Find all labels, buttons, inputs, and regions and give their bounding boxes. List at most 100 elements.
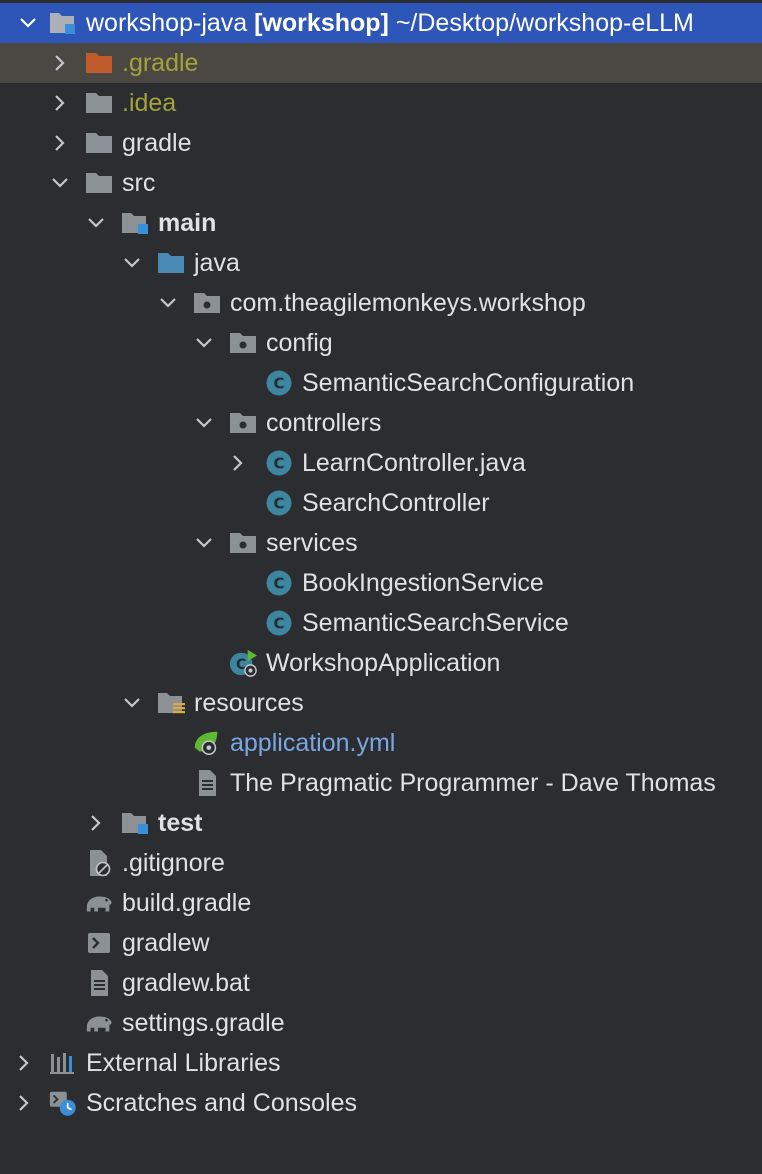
tree-row-root[interactable]: workshop-java [workshop] ~/Desktop/works…: [0, 3, 762, 43]
chevron-down-icon[interactable]: [120, 243, 144, 283]
chevron-right-icon[interactable]: [84, 803, 108, 843]
test-root-folder-icon: [120, 803, 150, 843]
tree-label: gradle: [122, 129, 192, 157]
scratches-icon: [48, 1083, 78, 1123]
tree-label: com.theagilemonkeys.workshop: [230, 289, 586, 317]
chevron-down-icon[interactable]: [16, 3, 40, 43]
svg-text:C: C: [273, 495, 284, 513]
tree-row-search-controller[interactable]: C SearchController: [0, 483, 762, 523]
tree-row-java[interactable]: java: [0, 243, 762, 283]
tree-label: resources: [194, 689, 304, 717]
gradle-elephant-icon: [84, 1003, 114, 1043]
chevron-right-icon[interactable]: [12, 1043, 36, 1083]
chevron-down-icon[interactable]: [84, 203, 108, 243]
tree-label: gradlew: [122, 929, 210, 957]
folder-icon: [84, 163, 114, 203]
spring-config-icon: [192, 723, 222, 763]
tree-label: config: [266, 329, 333, 357]
chevron-down-icon[interactable]: [156, 283, 180, 323]
svg-text:C: C: [273, 375, 284, 393]
tree-row-pragmatic-programmer[interactable]: The Pragmatic Programmer - Dave Thomas: [0, 763, 762, 803]
chevron-right-icon[interactable]: [48, 83, 72, 123]
source-root-folder-icon: [120, 203, 150, 243]
tree-row-build-gradle[interactable]: build.gradle: [0, 883, 762, 923]
tree-row-config[interactable]: config: [0, 323, 762, 363]
tree-row-controllers[interactable]: controllers: [0, 403, 762, 443]
tree-row-gradle-dot[interactable]: .gradle: [0, 43, 762, 83]
tree-label: gradlew.bat: [122, 969, 250, 997]
chevron-right-icon[interactable]: [48, 43, 72, 83]
chevron-right-icon[interactable]: [12, 1083, 36, 1123]
tree-label: build.gradle: [122, 889, 252, 917]
class-icon: C: [264, 443, 294, 483]
project-root-label: workshop-java [workshop] ~/Desktop/works…: [86, 9, 694, 37]
chevron-down-icon[interactable]: [192, 403, 216, 443]
tree-row-learn-controller[interactable]: C LearnController.java: [0, 443, 762, 483]
tree-label: .gradle: [122, 49, 199, 77]
class-icon: C: [264, 603, 294, 643]
tree-row-gitignore[interactable]: .gitignore: [0, 843, 762, 883]
package-icon: [192, 283, 222, 323]
tree-row-resources[interactable]: resources: [0, 683, 762, 723]
tree-label: .gitignore: [122, 849, 225, 877]
tree-label: SemanticSearchService: [302, 609, 569, 637]
tree-row-application-yml[interactable]: application.yml: [0, 723, 762, 763]
tree-label: application.yml: [230, 729, 396, 757]
tree-label: External Libraries: [86, 1049, 281, 1077]
package-icon: [228, 403, 258, 443]
batch-file-icon: [84, 963, 114, 1003]
tree-label: .idea: [122, 89, 177, 117]
tree-label: settings.gradle: [122, 1009, 285, 1037]
folder-icon: [84, 123, 114, 163]
chevron-down-icon[interactable]: [192, 323, 216, 363]
svg-text:C: C: [273, 575, 284, 593]
tree-row-main[interactable]: main: [0, 203, 762, 243]
chevron-down-icon[interactable]: [192, 523, 216, 563]
resources-folder-icon: [156, 683, 186, 723]
source-folder-icon: [156, 243, 186, 283]
class-icon: C: [264, 563, 294, 603]
package-icon: [228, 323, 258, 363]
folder-icon: [84, 83, 114, 123]
tree-row-gradlew[interactable]: gradlew: [0, 923, 762, 963]
tree-row-settings-gradle[interactable]: settings.gradle: [0, 1003, 762, 1043]
tree-label: SearchController: [302, 489, 490, 517]
tree-row-src[interactable]: src: [0, 163, 762, 203]
chevron-right-icon[interactable]: [226, 443, 250, 483]
gradle-elephant-icon: [84, 883, 114, 923]
tree-label: src: [122, 169, 156, 197]
tree-row-book-ingestion-service[interactable]: C BookIngestionService: [0, 563, 762, 603]
chevron-right-icon[interactable]: [48, 123, 72, 163]
tree-label: test: [158, 809, 203, 837]
tree-label: SemanticSearchConfiguration: [302, 369, 635, 397]
tree-row-gradle[interactable]: gradle: [0, 123, 762, 163]
tree-label: main: [158, 209, 217, 237]
tree-row-test[interactable]: test: [0, 803, 762, 843]
libraries-icon: [48, 1043, 78, 1083]
tree-row-workshop-application[interactable]: C WorkshopApplication: [0, 643, 762, 683]
chevron-down-icon[interactable]: [48, 163, 72, 203]
tree-label: LearnController.java: [302, 449, 526, 477]
svg-text:C: C: [273, 455, 284, 473]
ignore-file-icon: [84, 843, 114, 883]
module-folder-icon: [48, 3, 78, 43]
tree-label: services: [266, 529, 358, 557]
spring-boot-app-icon: C: [228, 643, 258, 683]
shell-script-icon: [84, 923, 114, 963]
tree-row-services[interactable]: services: [0, 523, 762, 563]
tree-row-package[interactable]: com.theagilemonkeys.workshop: [0, 283, 762, 323]
tree-row-external-libraries[interactable]: External Libraries: [0, 1043, 762, 1083]
chevron-down-icon[interactable]: [120, 683, 144, 723]
svg-text:C: C: [273, 615, 284, 633]
package-icon: [228, 523, 258, 563]
tree-label: BookIngestionService: [302, 569, 544, 597]
tree-row-semantic-search-service[interactable]: C SemanticSearchService: [0, 603, 762, 643]
project-tree: workshop-java [workshop] ~/Desktop/works…: [0, 0, 762, 1174]
tree-row-scratches[interactable]: Scratches and Consoles: [0, 1083, 762, 1123]
tree-row-gradlew-bat[interactable]: gradlew.bat: [0, 963, 762, 1003]
tree-row-idea[interactable]: .idea: [0, 83, 762, 123]
tree-label: java: [194, 249, 240, 277]
tree-label: controllers: [266, 409, 382, 437]
tree-row-semantic-search-configuration[interactable]: C SemanticSearchConfiguration: [0, 363, 762, 403]
text-file-icon: [192, 763, 222, 803]
